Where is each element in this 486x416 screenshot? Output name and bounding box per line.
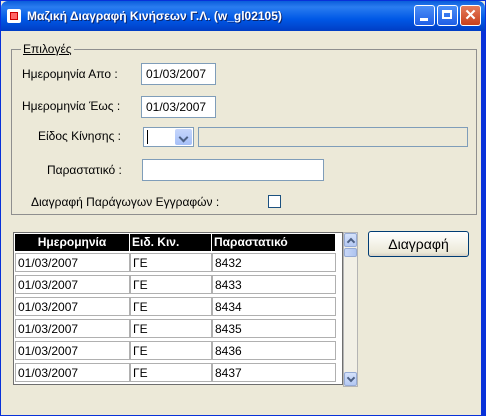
cell-document[interactable]: 8437 <box>212 363 336 382</box>
cell-date[interactable]: 01/03/2007 <box>15 319 130 338</box>
options-group-label: Επιλογές <box>21 42 74 56</box>
delete-derived-label: Διαγραφή Παράγωγων Εγγραφών : <box>31 195 220 209</box>
delete-derived-checkbox[interactable] <box>268 195 281 208</box>
cell-document[interactable]: 8432 <box>212 253 336 272</box>
window-border <box>481 31 485 415</box>
movement-type-label: Είδος Κίνησης : <box>38 129 122 143</box>
cell-document[interactable]: 8433 <box>212 275 336 294</box>
movement-type-description <box>198 127 468 147</box>
cell-type[interactable]: ΓΕ <box>130 363 212 382</box>
cell-date[interactable]: 01/03/2007 <box>15 253 130 272</box>
text-caret <box>147 130 148 144</box>
title-bar[interactable]: Μαζική Διαγραφή Κινήσεων Γ.Λ. (w_gl02105… <box>1 1 485 31</box>
date-to-label: Ημερομηνία Έως : <box>22 99 121 113</box>
delete-gl-movements-window: Μαζική Διαγραφή Κινήσεων Γ.Λ. (w_gl02105… <box>0 0 486 416</box>
maximize-button[interactable] <box>437 5 458 26</box>
date-from-label: Ημερομηνία Απο : <box>22 67 118 81</box>
close-button[interactable]: ✕ <box>460 5 481 26</box>
delete-button[interactable]: Διαγραφή <box>368 231 469 257</box>
cell-document[interactable]: 8435 <box>212 319 336 338</box>
cell-type[interactable]: ΓΕ <box>130 319 212 338</box>
cell-document[interactable]: 8434 <box>212 297 336 316</box>
column-header-date[interactable]: Ημερομηνία <box>15 234 129 251</box>
cell-type[interactable]: ΓΕ <box>130 297 212 316</box>
column-header-document[interactable]: Παραστατικό <box>212 234 335 251</box>
movements-grid[interactable]: Ημερομηνία Ειδ. Κιν. Παραστατικό 01/03/2… <box>13 232 343 385</box>
cell-type[interactable]: ΓΕ <box>130 253 212 272</box>
maximize-icon <box>442 10 452 19</box>
scroll-thumb[interactable] <box>344 248 357 257</box>
movement-type-dropdown[interactable] <box>143 127 194 147</box>
cell-document[interactable]: 8436 <box>212 341 336 360</box>
cell-type[interactable]: ΓΕ <box>130 341 212 360</box>
window-title: Μαζική Διαγραφή Κινήσεων Γ.Λ. (w_gl02105… <box>27 9 282 23</box>
chevron-down-icon[interactable] <box>175 129 192 145</box>
scroll-up-icon[interactable] <box>344 233 357 247</box>
cell-date[interactable]: 01/03/2007 <box>15 341 130 360</box>
app-icon[interactable] <box>7 9 21 23</box>
close-icon: ✕ <box>464 7 477 24</box>
minimize-button[interactable] <box>414 5 435 26</box>
cell-date[interactable]: 01/03/2007 <box>15 275 130 294</box>
cell-type[interactable]: ΓΕ <box>130 275 212 294</box>
document-label: Παραστατικό : <box>47 163 122 177</box>
minimize-icon <box>420 18 428 21</box>
date-from-input[interactable] <box>141 63 216 85</box>
date-to-input[interactable] <box>141 96 216 118</box>
cell-date[interactable]: 01/03/2007 <box>15 363 130 382</box>
column-header-type[interactable]: Ειδ. Κιν. <box>130 234 211 251</box>
scroll-down-icon[interactable] <box>344 372 357 386</box>
grid-vertical-scrollbar[interactable] <box>343 232 358 387</box>
document-input[interactable] <box>142 159 324 181</box>
cell-date[interactable]: 01/03/2007 <box>15 297 130 316</box>
